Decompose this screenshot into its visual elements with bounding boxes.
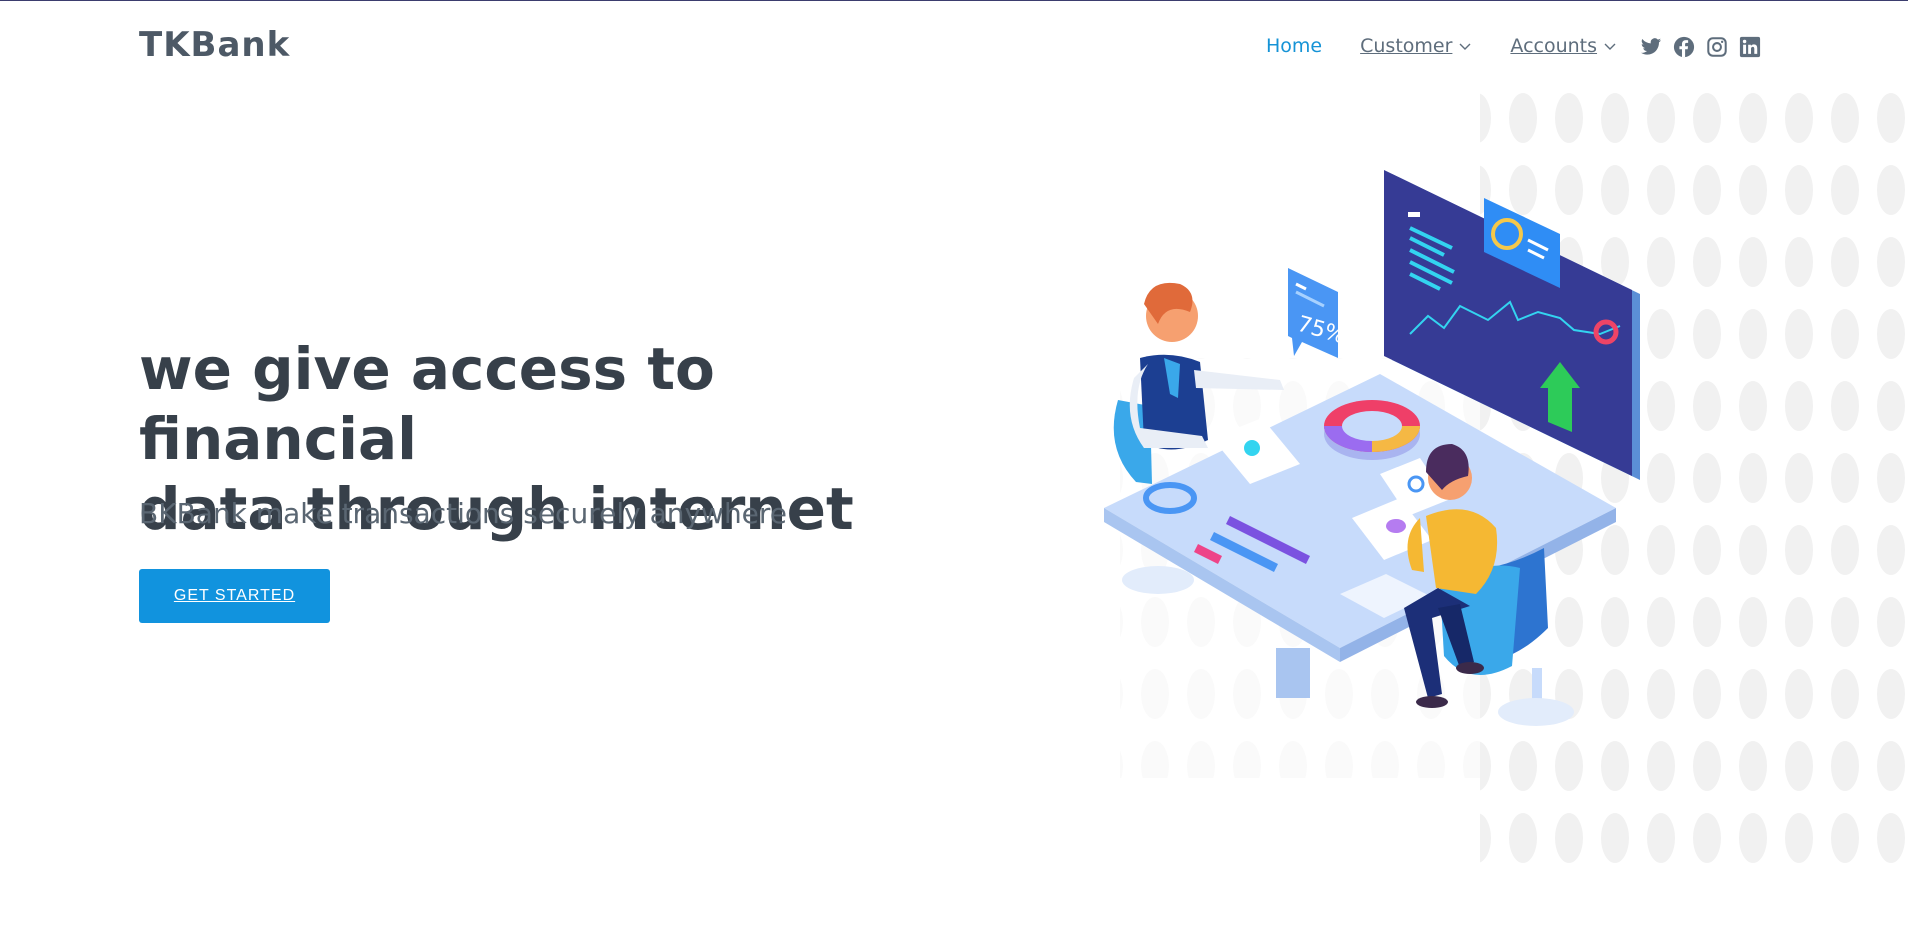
nav-customer-label: Customer — [1360, 35, 1453, 57]
nav-accounts[interactable]: Accounts — [1510, 35, 1617, 57]
twitter-icon[interactable] — [1640, 36, 1662, 58]
chevron-down-icon — [1459, 43, 1471, 50]
site-logo[interactable]: TKBank — [139, 25, 290, 65]
facebook-icon[interactable] — [1673, 36, 1695, 58]
nav-customer[interactable]: Customer — [1360, 35, 1472, 57]
linkedin-icon[interactable] — [1739, 36, 1761, 58]
headline-line-1: we give access to financial — [139, 335, 715, 473]
instagram-icon[interactable] — [1706, 36, 1728, 58]
nav-accounts-label: Accounts — [1510, 35, 1598, 57]
percent-tag: 75% — [1288, 268, 1348, 358]
nav-home[interactable]: Home — [1266, 35, 1322, 57]
donut-chart-model — [1324, 400, 1420, 460]
site-header: TKBank Home Customer Accounts — [0, 1, 1908, 91]
social-links — [1640, 36, 1772, 58]
hero-subheadline: BKBank make transactions securely anywhe… — [139, 497, 788, 530]
main-nav: Home Customer Accounts — [1266, 35, 1655, 57]
nav-home-label: Home — [1266, 35, 1323, 57]
get-started-button[interactable]: GET STARTED — [139, 569, 330, 623]
chevron-down-icon — [1604, 43, 1616, 50]
hero-illustration: 75% — [1104, 88, 1908, 868]
